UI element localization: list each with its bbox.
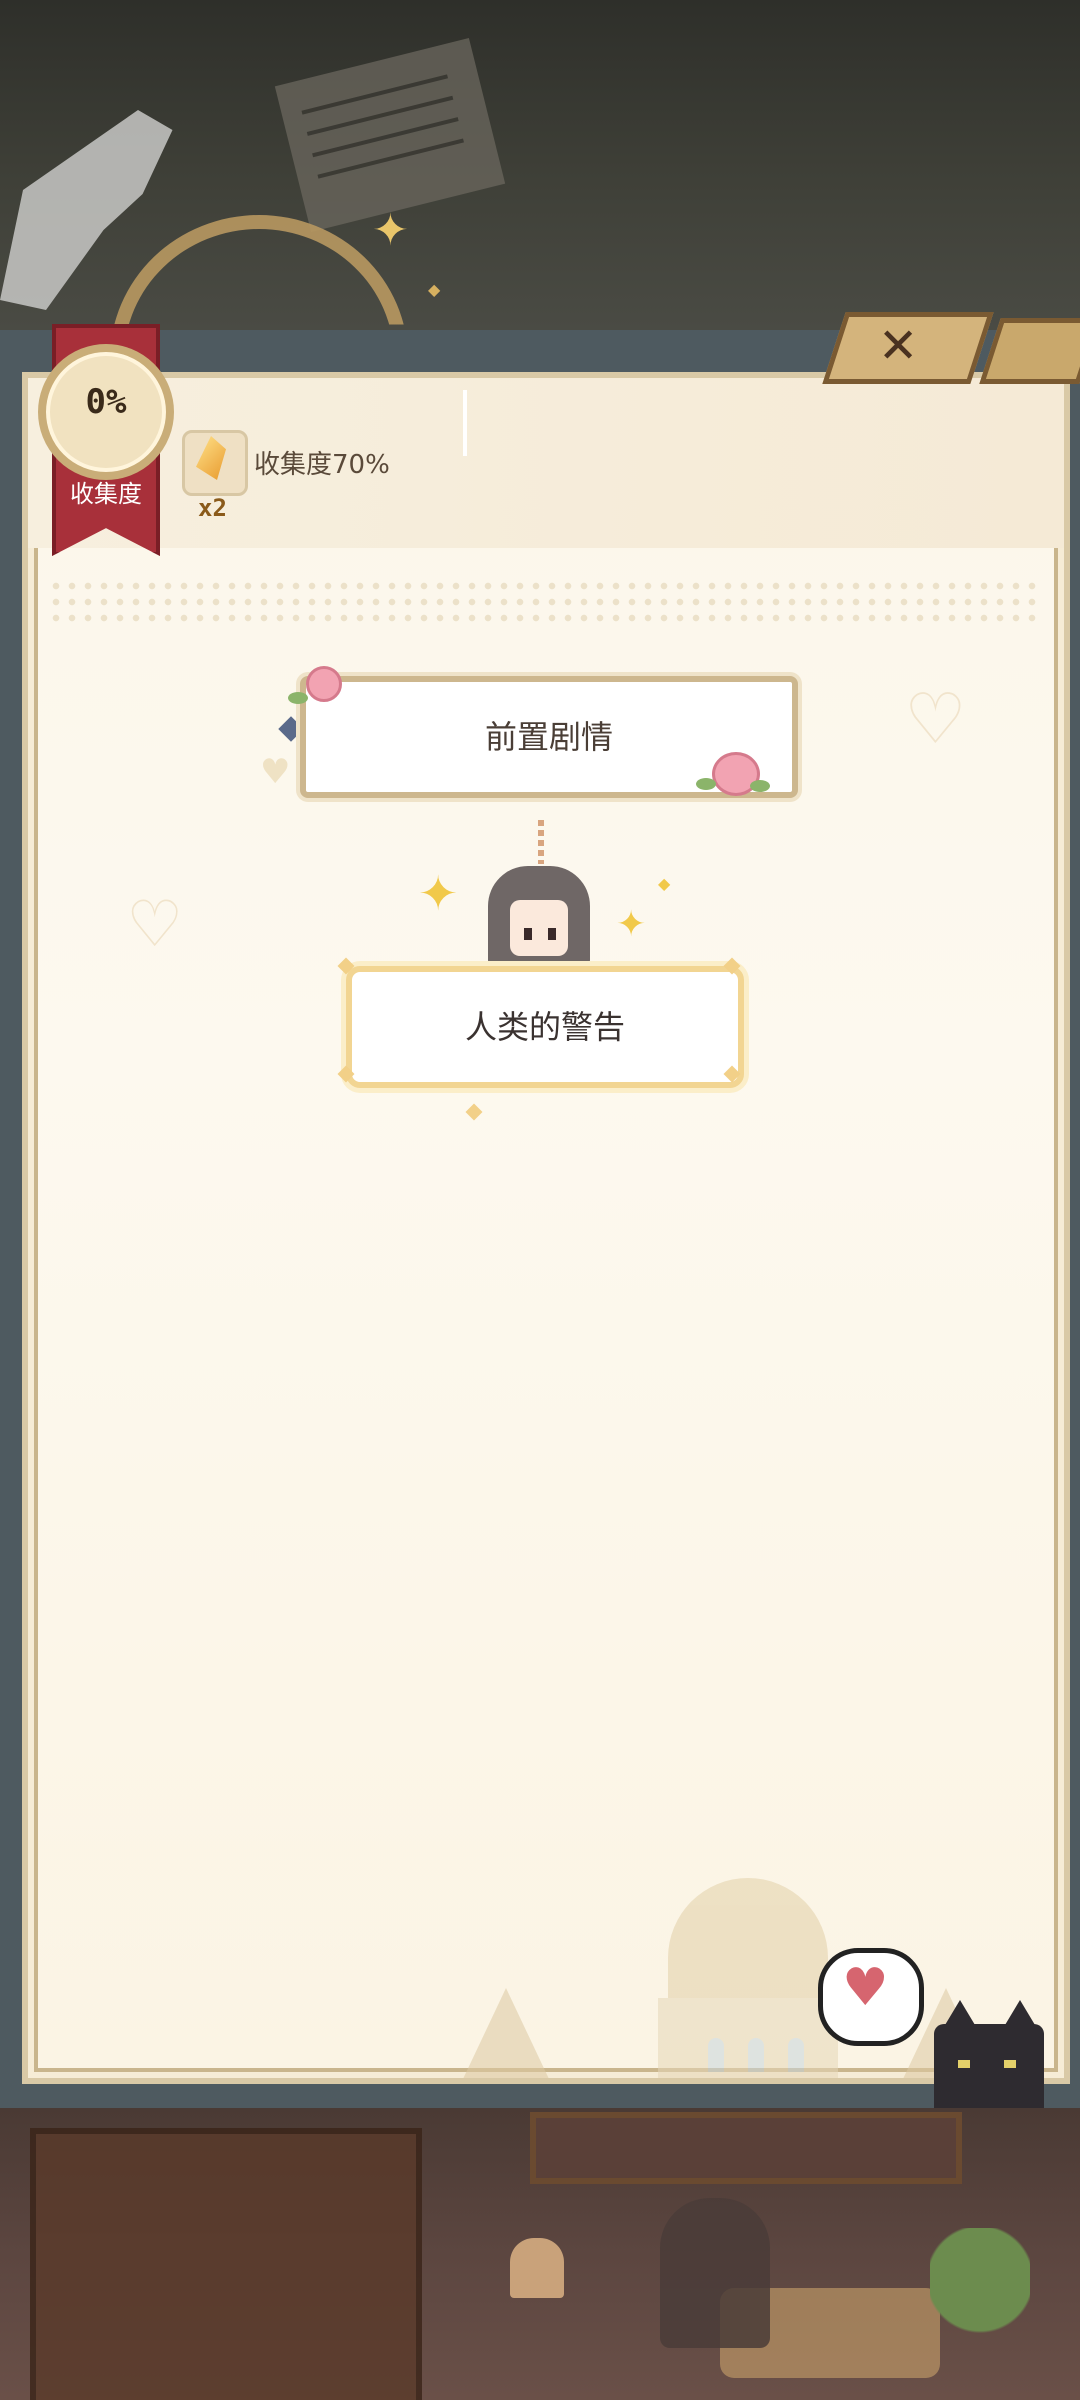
sparkle-icon: ◆ <box>428 280 441 299</box>
heart-outline-icon: ♡ <box>126 888 184 962</box>
lamp <box>510 2238 564 2298</box>
heart-icon: ♥ <box>260 752 291 792</box>
reward-count: x2 <box>198 494 227 522</box>
background-room-scene <box>0 2108 1080 2400</box>
leaf-icon <box>288 692 308 704</box>
pixel-dot-border <box>48 578 1038 626</box>
gold-ornament <box>110 215 408 325</box>
letter-paper <box>274 38 506 232</box>
story-node-title: 前置剧情 <box>484 718 613 756</box>
black-cat[interactable] <box>934 2000 1044 2110</box>
leaf-icon <box>696 778 716 790</box>
connector-line <box>538 820 544 864</box>
leaf-icon <box>750 780 770 792</box>
sparkle-icon: ◆ <box>658 874 671 893</box>
story-node-human-warning[interactable]: 人类的警告 <box>346 966 744 1088</box>
bookshelf <box>30 2128 422 2400</box>
collection-label: 收集度 <box>70 480 142 508</box>
wall-frame <box>530 2112 962 2184</box>
collection-percent: 0% <box>85 382 127 422</box>
sparkle-icon: ✦ <box>418 866 459 922</box>
character-sprite <box>660 2198 770 2348</box>
rose-icon <box>306 666 342 702</box>
heart-icon: ♥ <box>842 1958 889 2018</box>
story-panel: ♡ ♡ ♥ <box>22 372 1070 2084</box>
close-icon[interactable]: ✕ <box>878 318 918 374</box>
sparkle-icon: ✦ <box>372 205 409 256</box>
header-divider <box>463 390 467 456</box>
sparkle-icon: ✦ <box>616 904 647 945</box>
story-node-title: 人类的警告 <box>464 1008 625 1046</box>
heart-outline-icon: ♡ <box>904 678 967 760</box>
background-top-scene: ✦ ◆ <box>0 0 1080 330</box>
character-avatar <box>488 866 590 966</box>
reward-label: 收集度70% <box>254 450 390 480</box>
plant <box>930 2228 1030 2398</box>
